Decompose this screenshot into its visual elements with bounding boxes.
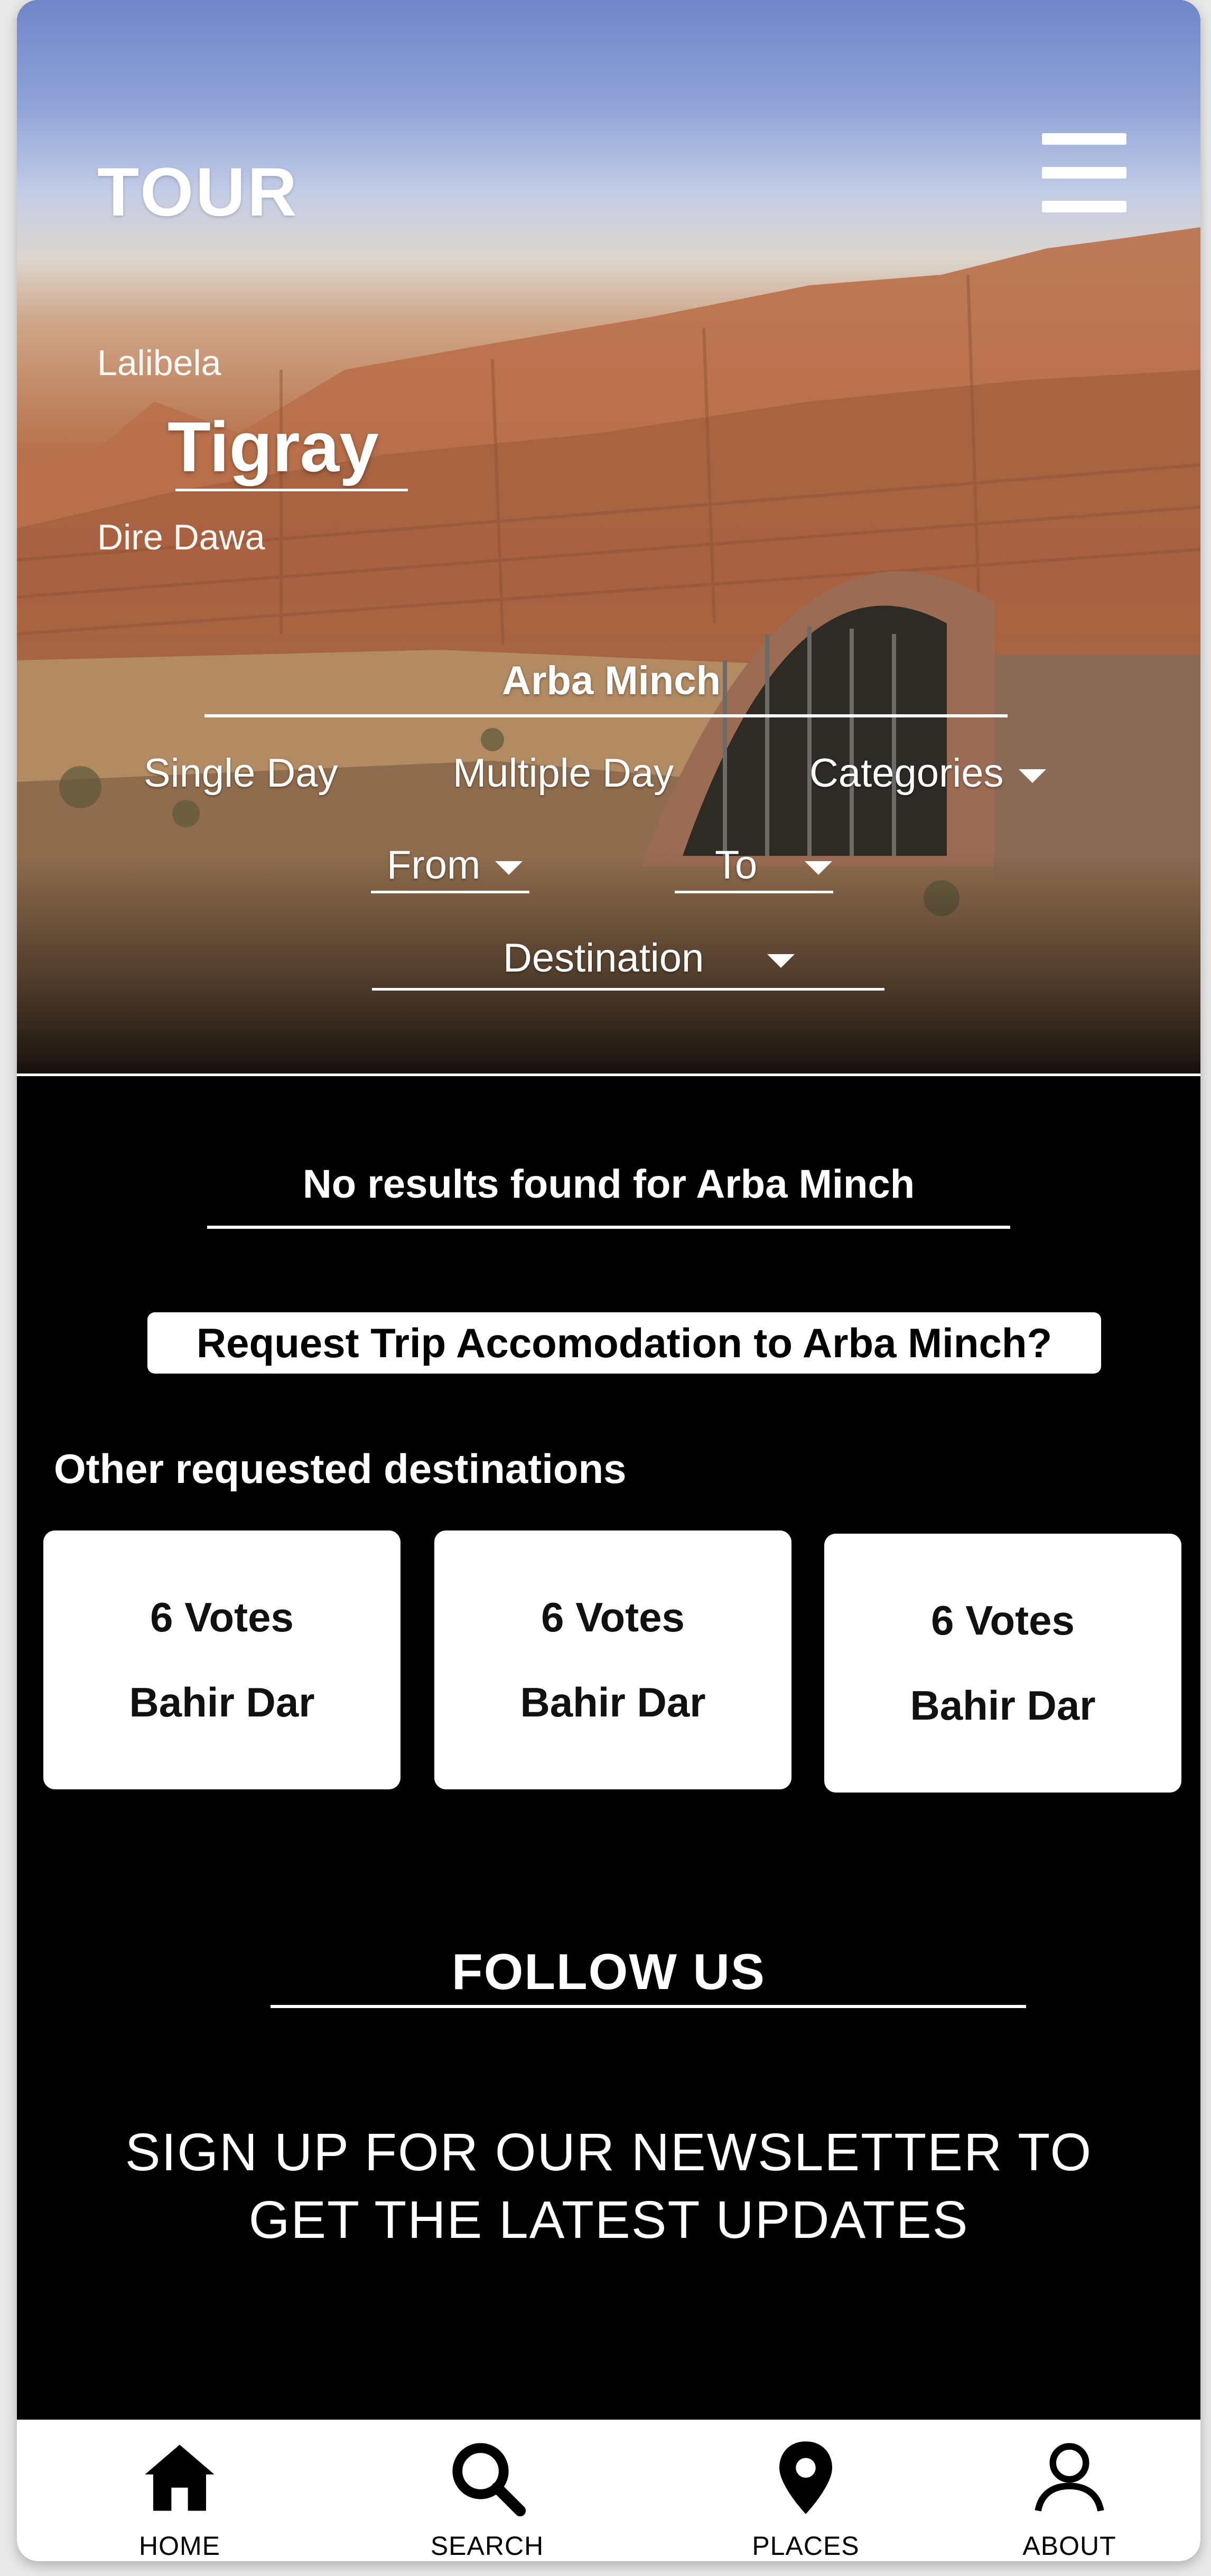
- destination-name: Bahir Dar: [910, 1682, 1096, 1729]
- destination-votes: 6 Votes: [541, 1594, 685, 1640]
- carousel-active-underline: [175, 489, 408, 491]
- destination-select[interactable]: Destination: [372, 935, 884, 991]
- from-underline: [371, 891, 529, 893]
- from-date-select[interactable]: From: [371, 842, 529, 893]
- tab-multiple-day[interactable]: Multiple Day: [453, 750, 674, 796]
- newsletter-line-2: GET THE LATEST UPDATES: [248, 2190, 969, 2250]
- no-results-underline: [207, 1226, 1010, 1229]
- nav-home[interactable]: HOME: [74, 2420, 285, 2561]
- chevron-down-icon: [1018, 769, 1046, 783]
- user-icon: [1035, 2443, 1104, 2512]
- destination-card[interactable]: 6 Votes Bahir Dar: [824, 1534, 1181, 1793]
- no-results-message: No results found for Arba Minch: [302, 1162, 915, 1207]
- tab-single-day[interactable]: Single Day: [144, 750, 338, 796]
- categories-label: Categories: [809, 751, 1004, 796]
- nav-search-label: SEARCH: [430, 2531, 544, 2561]
- categories-dropdown[interactable]: Categories: [809, 750, 1046, 796]
- search-underline: [204, 714, 1008, 717]
- other-destinations-title: Other requested destinations: [54, 1445, 627, 1492]
- carousel-item-active[interactable]: Tigray: [167, 407, 379, 488]
- chevron-down-icon: [767, 954, 795, 968]
- destination-name: Bahir Dar: [129, 1679, 315, 1725]
- bottom-navigation: HOME SEARCH PLACES ABOUT: [17, 2420, 1200, 2561]
- follow-us-underline: [271, 2005, 1026, 2008]
- carousel-item-next[interactable]: Dire Dawa: [97, 517, 265, 558]
- newsletter-signup-text[interactable]: SIGN UP FOR OUR NEWSLETTER TO GET THE LA…: [80, 2118, 1137, 2254]
- newsletter-line-1: SIGN UP FOR OUR NEWSLETTER TO: [125, 2123, 1093, 2182]
- search-input[interactable]: Arba Minch: [215, 658, 1008, 704]
- nav-places[interactable]: PLACES: [700, 2420, 911, 2561]
- destination-underline: [372, 988, 884, 991]
- destination-card[interactable]: 6 Votes Bahir Dar: [434, 1530, 791, 1789]
- carousel-item-previous[interactable]: Lalibela: [97, 342, 221, 384]
- destination-votes: 6 Votes: [931, 1597, 1075, 1644]
- destination-votes: 6 Votes: [150, 1594, 294, 1640]
- nav-home-label: HOME: [139, 2531, 220, 2561]
- hero-divider: [17, 1074, 1200, 1076]
- hamburger-menu-icon[interactable]: [1042, 133, 1132, 217]
- brand-logo[interactable]: TOUR: [97, 152, 299, 231]
- request-trip-button[interactable]: Request Trip Accomodation to Arba Minch?: [147, 1312, 1101, 1374]
- location-pin-icon: [779, 2441, 832, 2514]
- destination-name: Bahir Dar: [520, 1679, 706, 1725]
- app-screen: TOUR Lalibela Tigray Dire Dawa Arba Minc…: [17, 0, 1200, 2561]
- home-icon: [145, 2444, 215, 2511]
- to-date-select[interactable]: To: [675, 842, 833, 893]
- destination-card[interactable]: 6 Votes Bahir Dar: [43, 1530, 400, 1789]
- hero-section: TOUR Lalibela Tigray Dire Dawa Arba Minc…: [17, 0, 1200, 1075]
- from-label: From: [387, 843, 481, 888]
- nav-search[interactable]: SEARCH: [381, 2420, 593, 2561]
- destination-label: Destination: [503, 936, 704, 981]
- nav-about[interactable]: ABOUT: [964, 2420, 1175, 2561]
- chevron-down-icon: [805, 861, 833, 875]
- to-label: To: [715, 843, 758, 888]
- search-icon: [452, 2443, 526, 2517]
- to-underline: [675, 891, 833, 893]
- nav-about-label: ABOUT: [1022, 2531, 1116, 2561]
- follow-us-heading[interactable]: FOLLOW US: [17, 1943, 1200, 2001]
- nav-places-label: PLACES: [752, 2531, 860, 2561]
- chevron-down-icon: [495, 861, 523, 875]
